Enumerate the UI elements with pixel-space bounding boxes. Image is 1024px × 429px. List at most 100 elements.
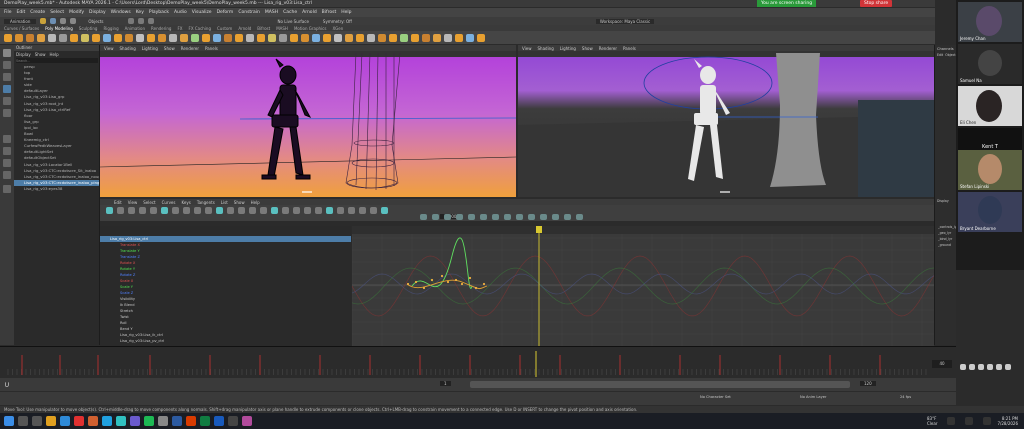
layout-four-icon[interactable] [3,147,11,155]
shelf-tab-xgen[interactable]: XGen [332,26,343,31]
shelf-tool-icon[interactable] [422,33,430,42]
save-icon[interactable] [50,18,57,24]
ge-tangent-icon[interactable] [552,214,559,220]
shelf-tool-icon[interactable] [4,33,12,42]
stop-share-button[interactable]: Stop share [860,0,893,7]
menu-deform[interactable]: Deform [217,10,234,15]
shelf-tool-icon[interactable] [48,33,56,42]
task-view-icon[interactable] [32,416,42,426]
go-to-start-icon[interactable] [960,364,966,370]
menu-windows[interactable]: Windows [111,10,131,15]
shelf-tool-icon[interactable] [334,33,342,42]
current-frame-field[interactable]: 40 [932,360,952,368]
shelf-tab-motiongraphics[interactable]: Motion Graphics [294,26,327,31]
workspace-dropdown[interactable]: Workspace: Maya Classic [595,18,655,24]
outliner-row[interactable]: Lisa_rig_v03:CTC:ecdotscre_inaloo_noughf… [14,174,99,180]
ge-tool-icon[interactable] [315,207,322,214]
shelf-tab-arnold[interactable]: Arnold [238,26,251,31]
shelf-tool-icon[interactable] [466,33,474,42]
menu-display[interactable]: Display [89,10,106,15]
outliner-row[interactable]: Lisa_rig_v03:CTC:ecdotscre_Sit_inaloo [14,168,99,174]
viewport-left[interactable]: View Shading Lighting Show Renderer Pane… [100,45,516,197]
ge-tool-icon[interactable] [337,207,344,214]
shelf-tool-icon[interactable] [323,33,331,42]
ge-tangent-icon[interactable] [420,214,427,220]
folder-icon[interactable] [40,18,47,24]
search-icon[interactable] [18,416,28,426]
ge-tool-icon[interactable] [216,207,223,214]
volume-icon[interactable] [983,417,992,425]
ge-tangent-icon[interactable] [540,214,547,220]
excel-icon[interactable] [200,416,210,426]
shelf-tab-fxcaching[interactable]: FX Caching [189,26,211,31]
character-set-label[interactable]: No Character Set [700,395,731,399]
ge-tangent-icon[interactable] [504,214,511,220]
snap-point-icon[interactable] [147,18,154,24]
ge-tool-icon[interactable] [370,207,377,214]
photoshop-icon[interactable] [172,416,182,426]
ge-tangent-icon[interactable] [444,214,451,220]
ge-tool-icon[interactable] [304,207,311,214]
participant-tile[interactable]: Samuel Na [958,44,1022,84]
shelf-tool-icon[interactable] [367,33,375,42]
move-tool-icon[interactable] [3,85,11,93]
ge-tool-icon[interactable] [161,207,168,214]
menu-cache[interactable]: Cache [283,10,297,15]
shelf-tool-icon[interactable] [15,33,23,42]
outliner-menu-help[interactable]: Help [50,52,59,57]
ge-tool-icon[interactable] [194,207,201,214]
shelf-tool-icon[interactable] [158,33,166,42]
outliner-row[interactable]: Lisa_rig_v03:eyes38 [14,186,99,192]
spotify-icon[interactable] [144,416,154,426]
lasso-tool-icon[interactable] [3,61,11,69]
shelf-tool-icon[interactable] [345,33,353,42]
ge-tool-icon[interactable] [172,207,179,214]
ge-tool-icon[interactable] [205,207,212,214]
ge-tangent-icon[interactable] [528,214,535,220]
shelf-tab-rigging[interactable]: Rigging [103,26,118,31]
layout-single-icon[interactable] [3,135,11,143]
clock[interactable]: 8:21 PM 7/28/2026 [997,416,1018,426]
viewport-right[interactable]: View Shading Lighting Show Renderer Pane… [518,45,934,197]
ge-tangent-icon[interactable] [564,214,571,220]
shelf-tool-icon[interactable] [268,33,276,42]
edge-icon[interactable] [60,416,70,426]
tray-chevron-icon[interactable] [947,417,956,425]
step-forward-icon[interactable] [996,364,1002,370]
ge-tool-icon[interactable] [183,207,190,214]
play-forward-icon[interactable] [987,364,993,370]
shelf-tab-rendering[interactable]: Rendering [151,26,171,31]
shelf-tool-icon[interactable] [257,33,265,42]
shelf-tool-icon[interactable] [202,33,210,42]
shelf-tab-mash[interactable]: MASH [276,26,288,31]
shelf-tab-curves[interactable]: Curves / Surfaces [4,26,39,31]
app-icon[interactable] [242,416,252,426]
snap-grid-icon[interactable] [127,18,134,24]
ge-tool-icon[interactable] [348,207,355,214]
range-end-field[interactable]: 120 [860,381,876,386]
wifi-icon[interactable] [965,417,974,425]
shelf-tool-icon[interactable] [312,33,320,42]
shelf-tab-fx[interactable]: FX [177,26,182,31]
ge-menu-tangents[interactable]: Tangents [197,200,215,205]
shelf-tool-icon[interactable] [125,33,133,42]
shelf-tool-icon[interactable] [136,33,144,42]
ge-menu-curves[interactable]: Curves [162,200,176,205]
ge-tool-icon[interactable] [271,207,278,214]
outliner-menu-display[interactable]: Display [16,52,31,57]
graph-editor-curve-view[interactable] [352,226,934,346]
menu-audio[interactable]: Audio [174,10,187,15]
range-start-icon[interactable]: ∪ [4,380,10,389]
shelf-tool-icon[interactable] [169,33,177,42]
ge-channel-row[interactable]: Lisa_rig_v03:Lisa_pv_ctrl [100,338,351,344]
ge-tool-icon[interactable] [139,207,146,214]
shelf-tool-icon[interactable] [26,33,34,42]
menu-arnold[interactable]: Arnold [302,10,317,15]
shelf-tool-icon[interactable] [444,33,452,42]
file-explorer-icon[interactable] [46,416,56,426]
menu-bifrost[interactable]: Bifrost [322,10,337,15]
participant-tile[interactable]: Stefan Lipinski [958,150,1022,190]
shelf-tool-icon[interactable] [378,33,386,42]
ge-tool-icon[interactable] [359,207,366,214]
ge-tool-icon[interactable] [249,207,256,214]
